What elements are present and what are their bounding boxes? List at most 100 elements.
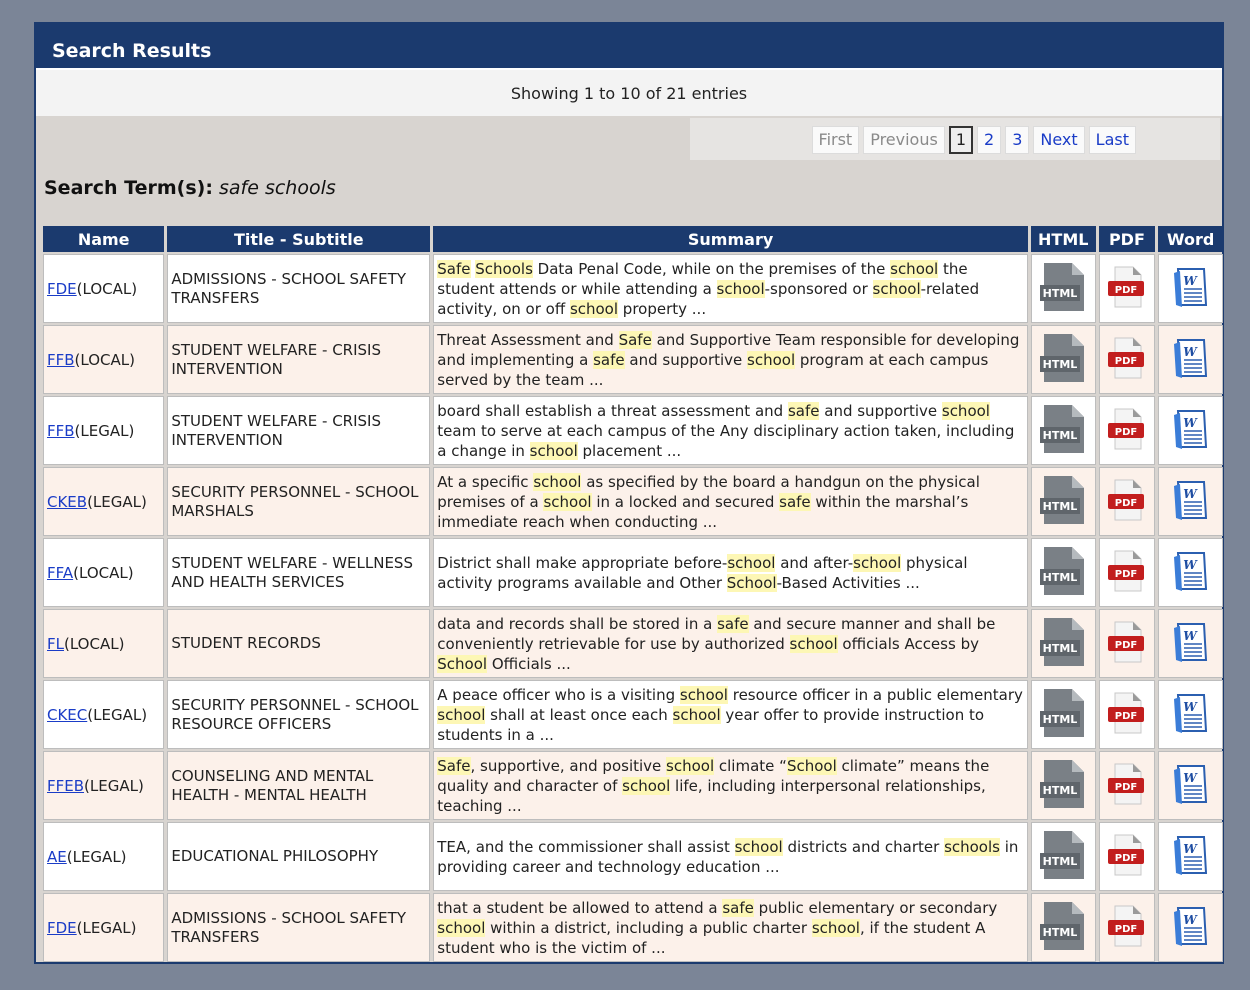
page-3-button[interactable]: 3: [1005, 126, 1030, 154]
pdf-download-cell[interactable]: PDF: [1098, 680, 1156, 749]
pdf-download-cell[interactable]: PDF: [1098, 538, 1156, 607]
table-row: FDE(LEGAL) ADMISSIONS - SCHOOL SAFETY TRA…: [43, 893, 1223, 962]
policy-code-link[interactable]: FFA: [47, 564, 73, 582]
html-file-icon[interactable]: HTML: [1038, 403, 1088, 459]
col-header-summary[interactable]: Summary: [433, 226, 1028, 252]
pdf-download-cell[interactable]: PDF: [1098, 751, 1156, 820]
policy-type: (LEGAL): [84, 776, 144, 795]
pdf-download-cell[interactable]: PDF: [1098, 822, 1156, 891]
svg-text:HTML: HTML: [1043, 358, 1078, 371]
pdf-download-cell[interactable]: PDF: [1098, 893, 1156, 962]
pdf-file-icon[interactable]: PDF: [1105, 618, 1149, 670]
summary-text: At a specific: [437, 472, 534, 491]
word-file-icon[interactable]: W: [1170, 691, 1212, 739]
word-file-icon[interactable]: W: [1170, 620, 1212, 668]
html-file-icon[interactable]: HTML: [1038, 261, 1088, 317]
html-download-cell[interactable]: HTML: [1030, 822, 1096, 891]
html-download-cell[interactable]: HTML: [1030, 467, 1096, 536]
name-cell: CKEB(LEGAL): [43, 467, 165, 536]
pdf-download-cell[interactable]: PDF: [1098, 325, 1156, 394]
pdf-file-icon[interactable]: PDF: [1105, 760, 1149, 812]
policy-code-link[interactable]: FDE: [47, 280, 77, 298]
policy-code-link[interactable]: CKEB: [47, 493, 87, 511]
pdf-file-icon[interactable]: PDF: [1105, 689, 1149, 741]
html-file-icon[interactable]: HTML: [1038, 474, 1088, 530]
pdf-download-cell[interactable]: PDF: [1098, 609, 1156, 678]
summary-text: Threat Assessment and: [437, 330, 619, 349]
page-1-button[interactable]: 1: [948, 126, 974, 154]
policy-code-link[interactable]: FFB: [47, 422, 75, 440]
policy-code-link[interactable]: FFB: [47, 351, 75, 369]
word-download-cell[interactable]: W: [1158, 822, 1223, 891]
pdf-file-icon[interactable]: PDF: [1105, 263, 1149, 315]
word-file-icon[interactable]: W: [1170, 265, 1212, 313]
policy-type: (LEGAL): [76, 918, 137, 937]
col-header-name[interactable]: Name: [43, 226, 165, 252]
html-file-icon[interactable]: HTML: [1038, 900, 1088, 956]
svg-text:W: W: [1183, 416, 1198, 430]
word-download-cell[interactable]: W: [1158, 609, 1223, 678]
policy-type: (LOCAL): [73, 563, 134, 582]
html-download-cell[interactable]: HTML: [1030, 396, 1096, 465]
html-file-icon[interactable]: HTML: [1038, 758, 1088, 814]
highlighted-term: school: [811, 918, 860, 937]
word-file-icon[interactable]: W: [1170, 549, 1212, 597]
pdf-file-icon[interactable]: PDF: [1105, 405, 1149, 457]
next-page-button[interactable]: Next: [1033, 126, 1085, 154]
word-download-cell[interactable]: W: [1158, 538, 1223, 607]
pdf-download-cell[interactable]: PDF: [1098, 467, 1156, 536]
html-download-cell[interactable]: HTML: [1030, 254, 1096, 323]
highlighted-term: school: [734, 837, 783, 856]
pdf-file-icon[interactable]: PDF: [1105, 902, 1149, 954]
pdf-download-cell[interactable]: PDF: [1098, 396, 1156, 465]
word-file-icon[interactable]: W: [1170, 336, 1212, 384]
word-download-cell[interactable]: W: [1158, 396, 1223, 465]
html-download-cell[interactable]: HTML: [1030, 893, 1096, 962]
word-file-icon[interactable]: W: [1170, 407, 1212, 455]
policy-code-link[interactable]: CKEC: [47, 706, 87, 724]
previous-page-button[interactable]: Previous: [863, 126, 945, 154]
html-download-cell[interactable]: HTML: [1030, 538, 1096, 607]
word-download-cell[interactable]: W: [1158, 893, 1223, 962]
first-page-button[interactable]: First: [811, 126, 860, 154]
page-2-button[interactable]: 2: [977, 126, 1002, 154]
pdf-file-icon[interactable]: PDF: [1105, 334, 1149, 386]
word-file-icon[interactable]: W: [1170, 833, 1212, 881]
html-download-cell[interactable]: HTML: [1030, 609, 1096, 678]
pdf-file-icon[interactable]: PDF: [1105, 547, 1149, 599]
pdf-file-icon[interactable]: PDF: [1105, 831, 1149, 883]
policy-code-link[interactable]: AE: [47, 848, 67, 866]
html-file-icon[interactable]: HTML: [1038, 687, 1088, 743]
svg-text:HTML: HTML: [1043, 642, 1078, 655]
html-file-icon[interactable]: HTML: [1038, 616, 1088, 672]
html-file-icon[interactable]: HTML: [1038, 829, 1088, 885]
html-download-cell[interactable]: HTML: [1030, 751, 1096, 820]
svg-text:HTML: HTML: [1043, 855, 1078, 868]
pdf-download-cell[interactable]: PDF: [1098, 254, 1156, 323]
word-download-cell[interactable]: W: [1158, 680, 1223, 749]
word-download-cell[interactable]: W: [1158, 751, 1223, 820]
highlighted-term: schools: [944, 837, 1000, 856]
policy-code-link[interactable]: FDE: [47, 919, 77, 937]
summary-cell: Safe, supportive, and positive school cl…: [433, 751, 1028, 820]
policy-code-link[interactable]: FFEB: [47, 777, 84, 795]
word-file-icon[interactable]: W: [1170, 762, 1212, 810]
highlighted-term: school: [569, 299, 619, 318]
html-download-cell[interactable]: HTML: [1030, 325, 1096, 394]
summary-text: public elementary or secondary: [753, 898, 998, 917]
pdf-file-icon[interactable]: PDF: [1105, 476, 1149, 528]
search-term-row: Search Term(s): safe schools: [36, 166, 1222, 224]
html-download-cell[interactable]: HTML: [1030, 680, 1096, 749]
table-row: FFB(LOCAL) STUDENT WELFARE - CRISIS INTER…: [43, 325, 1223, 394]
word-download-cell[interactable]: W: [1158, 254, 1223, 323]
col-header-title[interactable]: Title - Subtitle: [167, 226, 431, 252]
html-file-icon[interactable]: HTML: [1038, 545, 1088, 601]
highlighted-term: School: [726, 573, 777, 592]
html-file-icon[interactable]: HTML: [1038, 332, 1088, 388]
last-page-button[interactable]: Last: [1088, 126, 1136, 154]
word-download-cell[interactable]: W: [1158, 467, 1223, 536]
word-file-icon[interactable]: W: [1170, 904, 1212, 952]
word-file-icon[interactable]: W: [1170, 478, 1212, 526]
policy-code-link[interactable]: FL: [47, 635, 64, 653]
word-download-cell[interactable]: W: [1158, 325, 1223, 394]
